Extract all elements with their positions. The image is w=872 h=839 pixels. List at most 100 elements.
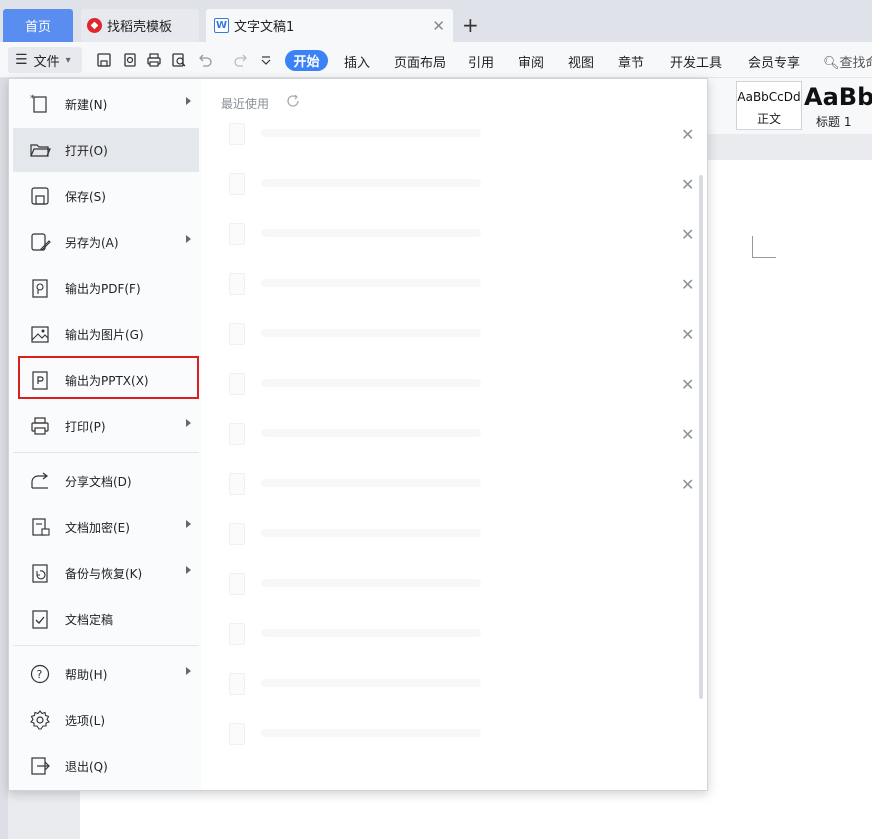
customize-quick-access-icon[interactable] (258, 52, 274, 68)
remove-recent-icon[interactable]: ✕ (681, 125, 694, 144)
menu-item-finalize[interactable]: 文档定稿 (13, 597, 199, 641)
menu-item-save-as[interactable]: 另存为(A) (13, 220, 199, 264)
document-icon (229, 573, 245, 595)
encrypt-icon (29, 516, 51, 538)
menu-item-new[interactable]: * 新建(N) (13, 82, 199, 126)
menu-separator (13, 645, 199, 646)
document-icon (229, 423, 245, 445)
page-margin-corner-mark (752, 236, 776, 258)
document-icon (229, 623, 245, 645)
recent-file-name-blurred (261, 729, 481, 737)
recent-file-row[interactable]: ✕ (225, 319, 695, 355)
docer-logo-icon: ◆ (87, 18, 102, 33)
ribbon-tab-start[interactable]: 开始 (285, 50, 328, 71)
submenu-arrow-icon (186, 566, 191, 574)
menu-item-print[interactable]: 打印(P) (13, 404, 199, 448)
menu-item-save[interactable]: 保存(S) (13, 174, 199, 218)
document-icon (229, 673, 245, 695)
finalize-icon (29, 608, 51, 630)
style-heading-sample: AaBbA (804, 83, 872, 111)
ribbon-tab-insert[interactable]: 插入 (344, 52, 370, 71)
highlight-box-export-pptx (18, 356, 199, 399)
document-icon (229, 473, 245, 495)
recent-scrollbar[interactable] (699, 175, 703, 699)
share-icon (29, 470, 51, 492)
export-quick-icon[interactable] (122, 52, 138, 68)
print-quick-icon[interactable] (146, 52, 162, 68)
svg-text:*: * (30, 94, 35, 104)
recent-file-row[interactable]: ✕ (225, 119, 695, 155)
tab-document[interactable]: W 文字文稿1 ✕ (206, 9, 453, 42)
remove-recent-icon[interactable]: ✕ (681, 375, 694, 394)
document-icon (229, 323, 245, 345)
recent-file-row[interactable]: ✕ (225, 419, 695, 455)
redo-icon[interactable] (233, 52, 249, 68)
tab-document-label: 文字文稿1 (234, 20, 295, 35)
new-icon: * (29, 93, 51, 115)
menu-item-open[interactable]: 打开(O) (13, 128, 199, 172)
recent-file-row[interactable]: ✕ (225, 369, 695, 405)
recent-file-row[interactable] (225, 619, 695, 655)
print-preview-quick-icon[interactable] (171, 52, 187, 68)
ribbon-tab-section[interactable]: 章节 (618, 52, 644, 71)
submenu-arrow-icon (186, 520, 191, 528)
search-command[interactable]: 🔍︎查找命 (823, 52, 872, 71)
submenu-arrow-icon (186, 419, 191, 427)
save-quick-icon[interactable] (96, 52, 112, 68)
file-menu-button[interactable]: ☰ 文件 ▾ (8, 47, 82, 73)
tab-template-label: 找稻壳模板 (107, 20, 173, 35)
menu-item-backup[interactable]: 备份与恢复(K) (13, 551, 199, 595)
recent-files-panel: 最近使用 ✕ ✕ ✕ ✕ ✕ ✕ ✕ ✕ (203, 79, 707, 790)
document-icon (229, 123, 245, 145)
recent-file-row[interactable]: ✕ (225, 219, 695, 255)
recent-file-row[interactable]: ✕ (225, 169, 695, 205)
writer-doc-icon: W (214, 18, 229, 33)
menu-item-help[interactable]: ? 帮助(H) (13, 652, 199, 696)
recent-file-row[interactable] (225, 569, 695, 605)
style-normal[interactable]: AaBbCcDd 正文 (736, 81, 802, 130)
hamburger-icon: ☰ (15, 52, 28, 68)
undo-icon[interactable] (197, 52, 213, 68)
backup-icon (29, 562, 51, 584)
menu-item-options[interactable]: 选项(L) (13, 698, 199, 742)
menu-item-new-label: 新建(N) (65, 97, 108, 112)
ribbon-tab-developer[interactable]: 开发工具 (670, 52, 722, 71)
submenu-arrow-icon (186, 235, 191, 243)
recent-file-row[interactable] (225, 719, 695, 755)
style-heading-1[interactable]: AaBbA 标题 1 (804, 81, 872, 130)
menu-item-export-pdf[interactable]: 输出为PDF(F) (13, 266, 199, 310)
remove-recent-icon[interactable]: ✕ (681, 475, 694, 494)
ribbon-tab-review[interactable]: 审阅 (518, 52, 544, 71)
remove-recent-icon[interactable]: ✕ (681, 175, 694, 194)
remove-recent-icon[interactable]: ✕ (681, 325, 694, 344)
recent-file-name-blurred (261, 329, 481, 337)
remove-recent-icon[interactable]: ✕ (681, 275, 694, 294)
recent-file-name-blurred (261, 429, 481, 437)
menu-item-export-image[interactable]: 输出为图片(G) (13, 312, 199, 356)
document-icon (229, 273, 245, 295)
recent-file-row[interactable]: ✕ (225, 469, 695, 505)
recent-file-name-blurred (261, 479, 481, 487)
recent-file-row[interactable]: ✕ (225, 269, 695, 305)
ribbon-tab-view[interactable]: 视图 (568, 52, 594, 71)
menu-item-encrypt[interactable]: 文档加密(E) (13, 505, 199, 549)
exit-icon (29, 755, 51, 777)
recent-file-row[interactable] (225, 669, 695, 705)
search-command-label: 查找命 (839, 56, 872, 71)
close-tab-icon[interactable]: ✕ (432, 17, 445, 35)
tab-template-store[interactable]: ◆ 找稻壳模板 (81, 9, 199, 42)
save-icon (29, 185, 51, 207)
ribbon-tab-references[interactable]: 引用 (468, 52, 494, 71)
new-tab-plus-icon[interactable]: + (462, 13, 479, 37)
tab-home[interactable]: 首页 (3, 9, 73, 42)
menu-item-share[interactable]: 分享文档(D) (13, 459, 199, 503)
menu-item-exit[interactable]: 退出(Q) (13, 744, 199, 788)
print-icon (29, 415, 51, 437)
ribbon-tab-member[interactable]: 会员专享 (748, 52, 800, 71)
document-icon (229, 523, 245, 545)
ribbon-tab-page-layout[interactable]: 页面布局 (394, 52, 446, 71)
remove-recent-icon[interactable]: ✕ (681, 425, 694, 444)
refresh-icon[interactable] (285, 93, 301, 109)
remove-recent-icon[interactable]: ✕ (681, 225, 694, 244)
recent-file-row[interactable] (225, 519, 695, 555)
